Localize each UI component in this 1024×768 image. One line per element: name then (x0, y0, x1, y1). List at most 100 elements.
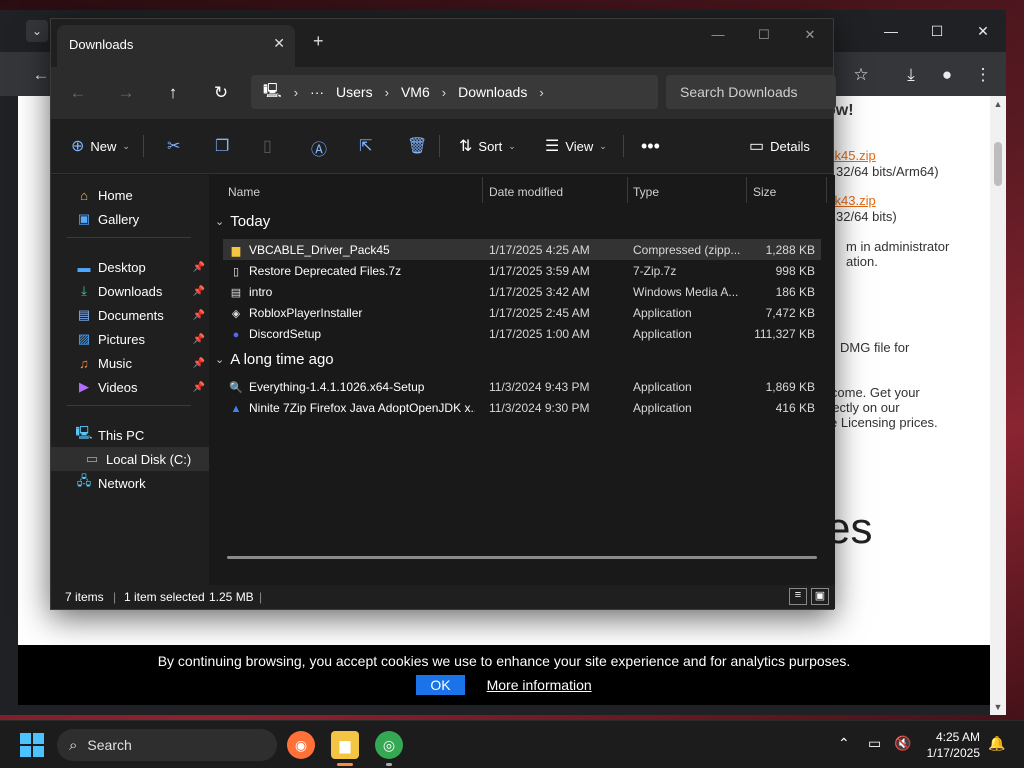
chevron-right-icon[interactable]: › (442, 85, 446, 100)
volume-muted-icon[interactable]: 🔇 (894, 735, 911, 752)
sidebar-item-music[interactable]: ♫ Music 📌 (51, 351, 209, 375)
profile-icon[interactable]: ● (934, 62, 960, 88)
explorer-maximize-button[interactable]: ☐ (741, 19, 787, 51)
breadcrumb-downloads[interactable]: Downloads (458, 84, 527, 100)
file-type: Compressed (zipp... (633, 243, 741, 257)
divider[interactable] (627, 177, 628, 203)
show-hidden-icons-icon[interactable]: ⌃ (838, 735, 850, 752)
sidebar-item-videos[interactable]: ▶ Videos 📌 (51, 375, 209, 399)
delete-button[interactable]: 🗑 (407, 136, 427, 156)
more-options-button[interactable]: ••• (641, 136, 660, 157)
copy-button[interactable]: ❐ (215, 136, 229, 156)
windows-start-icon[interactable] (20, 733, 44, 757)
notification-bell-icon[interactable]: 🔔 (988, 735, 1005, 752)
pin-icon[interactable]: 📌 (193, 358, 205, 369)
group-header-today[interactable]: ⌄ Today (215, 213, 270, 230)
scroll-down-icon[interactable]: ▼ (990, 702, 1006, 712)
cut-button[interactable]: ✂ (167, 136, 180, 156)
divider[interactable] (746, 177, 747, 203)
pin-icon[interactable]: 📌 (193, 334, 205, 345)
sort-button[interactable]: ⇅ Sort ⌄ (459, 136, 516, 156)
rename-button[interactable]: Ⓐ (311, 136, 327, 160)
refresh-icon[interactable]: ↻ (208, 80, 234, 106)
more-locations-icon[interactable]: ··· (310, 84, 324, 100)
taskbar-search-label: Search (87, 737, 132, 753)
sidebar-item-downloads[interactable]: ⤓ Downloads 📌 (51, 279, 209, 303)
close-tab-icon[interactable]: ✕ (273, 35, 285, 52)
divider[interactable] (482, 177, 483, 203)
chevron-right-icon[interactable]: › (385, 85, 389, 100)
table-row[interactable]: ▯ Restore Deprecated Files.7z 1/17/2025 3… (223, 260, 821, 281)
divider[interactable] (826, 177, 827, 203)
bookmark-star-icon[interactable]: ☆ (848, 62, 874, 88)
taskbar-search-box[interactable]: ⌕ Search (57, 729, 277, 761)
this-pc-icon[interactable]: 🖳 (263, 80, 282, 104)
pin-icon[interactable]: 📌 (193, 382, 205, 393)
pin-icon[interactable]: 📌 (193, 286, 205, 297)
sidebar-item-documents[interactable]: ▤ Documents 📌 (51, 303, 209, 327)
browser-close-button[interactable]: ✕ (960, 23, 1006, 40)
sidebar-item-gallery[interactable]: ▣ Gallery (51, 207, 209, 231)
table-row[interactable]: ▆ VBCABLE_Driver_Pack45 1/17/2025 4:25 AM… (223, 239, 821, 260)
network-status-icon[interactable]: ▭ (868, 735, 881, 752)
column-header-name[interactable]: Name (228, 185, 260, 199)
firefox-icon[interactable]: ◉ (287, 731, 315, 759)
sidebar-item-local-disk[interactable]: ▭ Local Disk (C:) (51, 447, 209, 471)
table-row[interactable]: ▲ Ninite 7Zip Firefox Java AdoptOpenJDK x… (223, 397, 821, 418)
chevron-right-icon[interactable]: › (294, 85, 298, 100)
download-link-pack43[interactable]: ck43.zip (828, 193, 876, 208)
page-scrollbar[interactable]: ▲ ▼ (990, 96, 1006, 715)
download-link-pack45[interactable]: ck45.zip (828, 148, 876, 163)
scroll-up-icon[interactable]: ▲ (990, 99, 1006, 109)
scrollbar-thumb[interactable] (994, 142, 1002, 186)
browser-maximize-button[interactable]: ☐ (914, 23, 960, 40)
breadcrumb-vm6[interactable]: VM6 (401, 84, 430, 100)
browser-menu-icon[interactable]: ⋮ (970, 62, 996, 88)
cookie-more-info-link[interactable]: More information (487, 677, 592, 693)
new-tab-icon[interactable]: + (313, 31, 324, 52)
sidebar-item-pictures[interactable]: ▨ Pictures 📌 (51, 327, 209, 351)
sidebar-item-this-pc[interactable]: 🖳 This PC (51, 423, 209, 447)
tab-search-dropdown-icon[interactable]: ⌄ (26, 20, 48, 42)
table-row[interactable]: ▤ intro 1/17/2025 3:42 AM Windows Media A… (223, 281, 821, 302)
column-header-size[interactable]: Size (753, 185, 776, 199)
chrome-icon[interactable]: ◎ (375, 731, 403, 759)
sidebar-item-desktop[interactable]: ▬ Desktop 📌 (51, 255, 209, 279)
file-explorer-icon[interactable]: ▆ (331, 731, 359, 759)
group-header-older[interactable]: ⌄ A long time ago (215, 351, 334, 368)
chevron-right-icon[interactable]: › (539, 85, 543, 100)
explorer-minimize-button[interactable]: — (695, 19, 741, 51)
search-input[interactable]: Search Downloads (666, 75, 836, 109)
tiles-view-icon[interactable]: ▣ (811, 588, 829, 605)
horizontal-scrollbar[interactable] (227, 556, 817, 559)
table-row[interactable]: 🔍 Everything-1.4.1.1026.x64-Setup 11/3/20… (223, 376, 821, 397)
sidebar-item-home[interactable]: ⌂ Home (51, 183, 209, 207)
cookie-message: By continuing browsing, you accept cooki… (157, 653, 851, 669)
paste-button[interactable]: ▯ (263, 136, 272, 156)
share-button[interactable]: ⇱ (359, 136, 372, 156)
sidebar-item-network[interactable]: 🖧 Network (51, 471, 209, 495)
cookie-ok-button[interactable]: OK (416, 675, 465, 695)
download-icon[interactable]: ⤓ (898, 62, 924, 88)
forward-arrow-icon[interactable]: → (113, 80, 139, 106)
table-row[interactable]: ◈ RobloxPlayerInstaller 1/17/2025 2:45 AM… (223, 302, 821, 323)
details-view-icon[interactable]: ≡ (789, 588, 807, 605)
up-arrow-icon[interactable]: ↑ (160, 80, 186, 106)
back-arrow-icon[interactable]: ← (65, 80, 91, 106)
table-row[interactable]: ● DiscordSetup 1/17/2025 1:00 AM Applicat… (223, 323, 821, 344)
breadcrumb-users[interactable]: Users (336, 84, 373, 100)
column-header-type[interactable]: Type (633, 185, 659, 199)
pin-icon[interactable]: 📌 (193, 310, 205, 321)
explorer-close-button[interactable]: ✕ (787, 19, 833, 51)
breadcrumb[interactable]: 🖳 › ··· Users › VM6 › Downloads › (251, 75, 658, 109)
details-pane-button[interactable]: ▭ Details (749, 136, 810, 156)
explorer-tab[interactable]: Downloads ✕ (57, 25, 295, 67)
pictures-icon: ▨ (77, 331, 91, 346)
view-button[interactable]: ☰ View ⌄ (545, 136, 607, 156)
new-button[interactable]: ⊕ New ⌄ (71, 136, 130, 156)
sidebar-item-label: Home (98, 187, 133, 203)
system-clock[interactable]: 4:25 AM 1/17/2025 (927, 729, 980, 761)
column-header-date[interactable]: Date modified (489, 185, 563, 199)
pin-icon[interactable]: 📌 (193, 262, 205, 273)
browser-minimize-button[interactable]: — (868, 23, 914, 39)
